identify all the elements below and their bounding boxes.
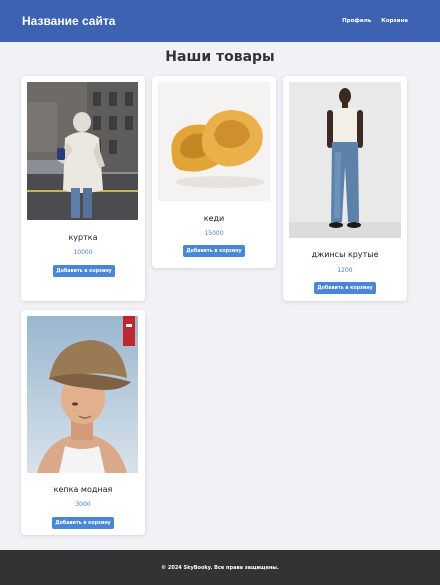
product-card: куртка 10000 Добавить в корзину: [21, 76, 145, 301]
product-price: 1200: [337, 267, 353, 274]
add-to-cart-button[interactable]: Добавить в корзину: [53, 265, 115, 277]
site-footer: © 2024 SkyBooky. Все права защищены.: [0, 550, 440, 585]
nav-profile-link[interactable]: Профиль: [342, 18, 371, 24]
product-name: куртка: [68, 233, 98, 242]
product-name: кеди: [203, 214, 225, 223]
site-header: Название сайта Профиль Корзина: [0, 0, 440, 42]
page-title: Наши товары: [165, 49, 275, 65]
add-to-cart-button[interactable]: Добавить в корзину: [314, 282, 376, 294]
add-to-cart-button[interactable]: Добавить в корзину: [52, 517, 114, 529]
nav-cart-link[interactable]: Корзина: [381, 18, 408, 24]
product-card: джинсы крутые 1200 Добавить в корзину: [283, 76, 407, 301]
product-name: джинсы крутые: [311, 250, 379, 259]
main-nav: Профиль Корзина: [342, 18, 408, 24]
product-price: 15000: [204, 230, 224, 237]
product-image-jacket: [27, 82, 138, 220]
product-price: 3000: [75, 501, 91, 508]
product-image-cap: [27, 316, 138, 473]
footer-copyright: © 2024 SkyBooky. Все права защищены.: [161, 564, 279, 571]
product-price: 10000: [73, 249, 93, 256]
product-name: кепка модная: [53, 485, 113, 494]
product-image-jeans: [289, 82, 401, 238]
product-image-slippers: [158, 82, 270, 201]
add-to-cart-button[interactable]: Добавить в корзину: [183, 245, 245, 257]
site-title[interactable]: Название сайта: [22, 14, 115, 28]
product-card: кепка модная 3000 Добавить в корзину: [21, 310, 145, 535]
product-card: кеди 15000 Добавить в корзину: [152, 76, 276, 268]
